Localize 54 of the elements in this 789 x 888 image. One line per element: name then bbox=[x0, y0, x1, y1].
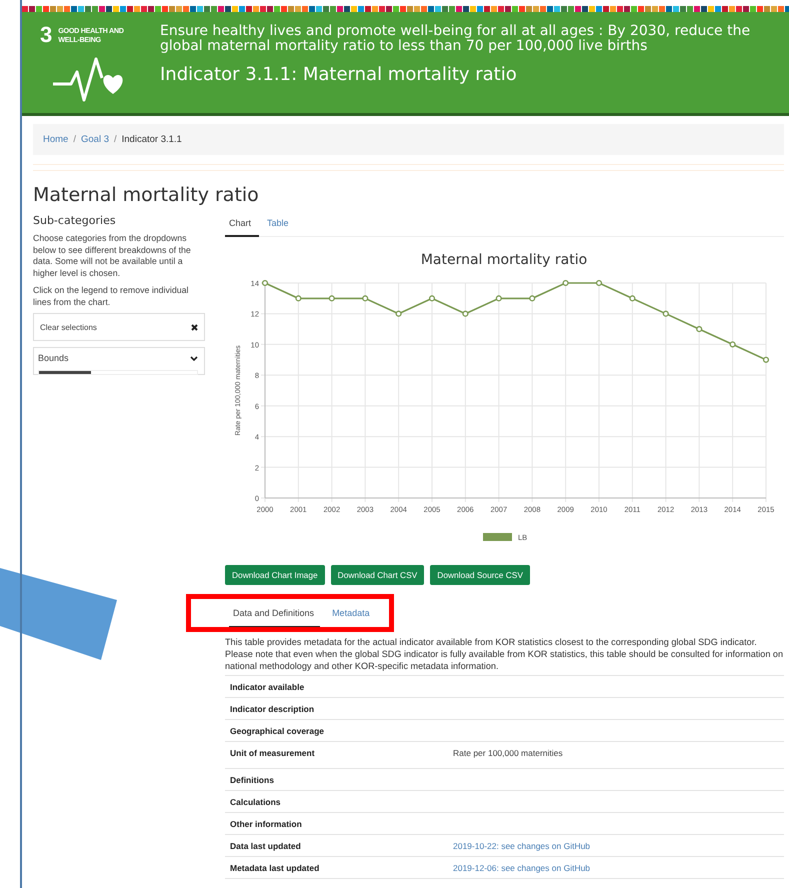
data-point bbox=[362, 295, 368, 302]
data-point bbox=[662, 310, 669, 317]
data-point bbox=[762, 356, 770, 363]
data-point bbox=[562, 280, 569, 286]
row-label: Calculations bbox=[229, 796, 282, 806]
row-label: Definitions bbox=[229, 774, 275, 784]
download-button[interactable]: Download Chart CSV bbox=[330, 565, 424, 585]
github-link[interactable]: 2019-12-06: see changes on GitHub bbox=[453, 862, 590, 872]
info-tab[interactable]: Metadata bbox=[328, 603, 376, 627]
info-tab[interactable]: Data and Definitions bbox=[229, 603, 320, 628]
sidebar-paragraph: Choose categories from the dropdowns below to see different breakdowns of the data. Some will not be available until a higher level is chosen. bbox=[33, 233, 192, 280]
chart-title: Maternal mortality ratio bbox=[420, 252, 588, 268]
bounds-dropdown[interactable]: Bounds bbox=[33, 347, 205, 376]
intro-paragraph: This table provides metadata for the actual indicator available from KOR statistics closest to the corresponding global SDG indicator. Please note that even when the global SDG indicator is fully available from KOR statistics, this table should be consulted for information on national methodology and other KOR-specific metadata information. bbox=[225, 636, 784, 672]
data-point bbox=[496, 295, 502, 302]
page-title: Maternal mortality ratio bbox=[33, 184, 260, 206]
row-label: Other information bbox=[229, 818, 303, 828]
goal-number: 3 bbox=[40, 24, 52, 46]
data-point bbox=[730, 341, 736, 348]
row-label: Indicator available bbox=[229, 682, 306, 692]
row-label: Geographical coverage bbox=[229, 726, 326, 736]
data-point bbox=[328, 295, 335, 302]
close-icon bbox=[191, 324, 198, 331]
legend-swatch[interactable] bbox=[483, 533, 512, 541]
data-point bbox=[262, 280, 268, 286]
clear-selections-button[interactable]: Clear selections bbox=[33, 313, 205, 342]
data-point bbox=[596, 280, 602, 286]
breadcrumb-link[interactable]: Home bbox=[43, 134, 68, 145]
data-point bbox=[696, 326, 702, 332]
target-text: Ensure healthy lives and promote well-being for all at all ages : By 2030, reduce the global maternal mortality ratio to less than 70 per 100,000 live births bbox=[160, 24, 752, 54]
data-point bbox=[629, 295, 636, 302]
row-value: Rate per 100,000 maternities bbox=[453, 748, 563, 758]
view-tab[interactable]: Chart bbox=[225, 214, 260, 237]
data-point bbox=[396, 310, 402, 317]
download-button[interactable]: Download Source CSV bbox=[430, 565, 530, 585]
view-tab[interactable]: Table bbox=[263, 214, 293, 236]
sidebar-paragraph: Click on the legend to remove individual lines from the chart. bbox=[33, 284, 190, 308]
github-link[interactable]: 2019-10-22: see changes on GitHub bbox=[453, 840, 590, 850]
chevron-down-icon bbox=[190, 356, 198, 361]
data-point bbox=[295, 295, 302, 302]
breadcrumb-current: Indicator 3.1.1 bbox=[122, 134, 182, 145]
row-label: Metadata last updated bbox=[229, 862, 320, 872]
data-point bbox=[462, 310, 468, 317]
breadcrumb-link[interactable]: Goal 3 bbox=[80, 134, 109, 145]
row-label: Data last updated bbox=[229, 840, 302, 850]
data-point bbox=[428, 295, 436, 302]
indicator-title: Indicator 3.1.1: Maternal mortality ratio bbox=[160, 64, 518, 85]
row-label: Indicator description bbox=[229, 704, 316, 714]
breadcrumb-separator: / bbox=[114, 134, 117, 145]
data-point bbox=[529, 295, 536, 302]
download-button[interactable]: Download Chart Image bbox=[225, 565, 325, 585]
breadcrumb-separator: / bbox=[73, 134, 76, 145]
sidebar-heading: Sub-categories bbox=[33, 214, 117, 227]
row-label: Unit of measurement bbox=[229, 748, 316, 758]
